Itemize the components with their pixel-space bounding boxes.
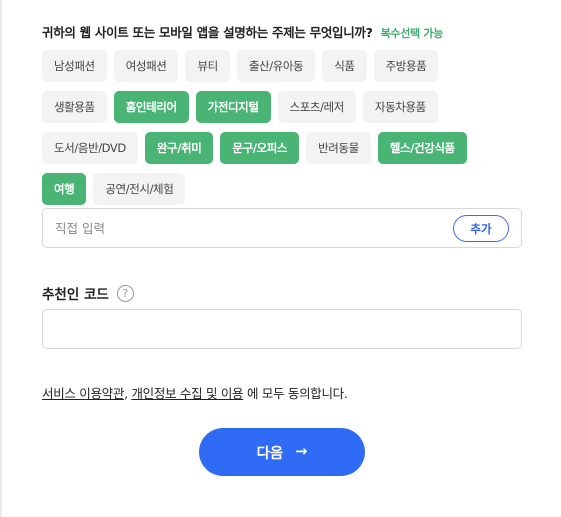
topic-chip-row: 남성패션 여성패션 뷰티 출산/유아동 식품 주방용품 [42,50,522,82]
arrow-right-icon: → [295,444,308,460]
topic-chip-row: 도서/음반/DVD 완구/취미 문구/오피스 반려동물 헬스/건강식품 [42,132,522,164]
topic-chip[interactable]: 스포츠/레저 [277,91,356,123]
topic-chip[interactable]: 완구/취미 [144,132,214,164]
topic-chip[interactable]: 식품 [322,50,367,82]
terms-of-service-link[interactable]: 서비스 이용약관 [42,386,124,401]
topic-chip[interactable]: 생활용품 [42,91,107,123]
next-button-label: 다음 [256,445,284,462]
agreement-suffix: 에 모두 동의합니다. [243,386,348,401]
referral-code-input[interactable] [42,309,522,349]
custom-topic-input[interactable] [55,217,435,239]
referral-code-label: 추천인 코드 ? [42,283,134,303]
referral-label-text: 추천인 코드 [42,287,109,303]
topic-chip[interactable]: 홈인테리어 [113,91,189,123]
add-topic-button[interactable]: 추가 [453,215,509,242]
topic-question: 귀하의 웹 사이트 또는 모바일 앱을 설명하는 주제는 무엇입니까? 복수선택 … [42,22,443,41]
topic-chip-group: 남성패션 여성패션 뷰티 출산/유아동 식품 주방용품생활용품 홈인테리어 가전디지털 스포츠/… [42,50,522,214]
help-icon[interactable]: ? [116,284,134,302]
topic-chip[interactable]: 출산/유아동 [236,50,316,82]
topic-chip[interactable]: 공연/전시/체험 [93,173,186,205]
custom-topic-field: 추가 [42,208,522,248]
topic-chip[interactable]: 헬스/건강식품 [377,132,467,164]
topic-chip[interactable]: 문구/오피스 [220,132,300,164]
terms-agreement: 서비스 이용약관, 개인정보 수집 및 이용 에 모두 동의합니다. [42,383,348,402]
privacy-policy-link[interactable]: 개인정보 수집 및 이용 [131,386,243,401]
topic-chip[interactable]: 도서/음반/DVD [42,132,138,164]
multi-select-hint: 복수선택 가능 [380,27,444,40]
topic-chip[interactable]: 반려동물 [306,132,371,164]
topic-chip-row: 여행 공연/전시/체험 [42,173,522,205]
topic-chip[interactable]: 남성패션 [42,50,107,82]
question-text: 귀하의 웹 사이트 또는 모바일 앱을 설명하는 주제는 무엇입니까? [42,25,373,40]
next-button[interactable]: 다음 → [199,428,365,476]
topic-chip-row: 생활용품 홈인테리어 가전디지털 스포츠/레저 자동차용품 [42,91,522,123]
topic-chip[interactable]: 여성패션 [113,50,179,82]
topic-chip[interactable]: 주방용품 [373,50,439,82]
topic-chip[interactable]: 여행 [42,173,87,205]
topic-chip[interactable]: 가전디지털 [195,91,271,123]
topic-chip[interactable]: 자동차용품 [362,91,438,123]
page-left-border [0,0,2,517]
topic-chip[interactable]: 뷰티 [185,50,230,82]
